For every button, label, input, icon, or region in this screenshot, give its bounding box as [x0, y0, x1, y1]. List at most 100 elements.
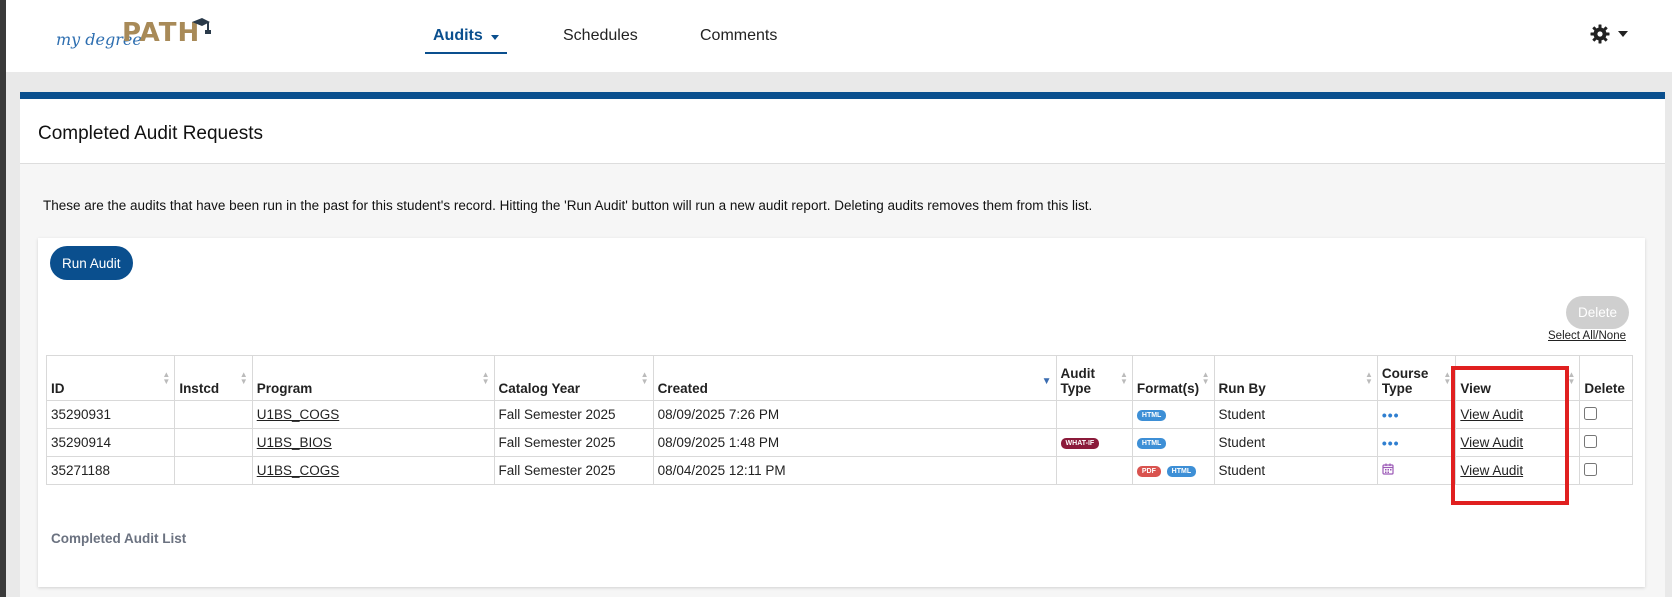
settings-menu[interactable] — [1590, 24, 1628, 44]
col-header-course-type[interactable]: Course Type ▲ ▼ — [1376, 355, 1457, 401]
cell-catalog-year: Fall Semester 2025 — [493, 456, 654, 485]
sort-icon: ▲ ▼ — [162, 370, 171, 386]
sort-icon: ▲ ▼ — [1364, 370, 1373, 386]
what-if-badge: WHAT-IF — [1060, 437, 1100, 449]
delete-checkbox[interactable] — [1584, 406, 1598, 420]
cell-program: U1BS_BIOS — [251, 428, 495, 457]
sort-icon: ▲ ▼ — [640, 370, 649, 386]
audit-table: ID ▲ ▼ Instcd ▲ ▼ Program ▲ ▼ Catalog Year ▲ ▼ C… — [45, 355, 1633, 485]
cell-instcd — [174, 428, 253, 457]
sort-icon: ▲ ▼ — [239, 370, 248, 386]
gear-icon — [1590, 24, 1610, 44]
cell-view: View Audit — [1455, 428, 1581, 457]
run-audit-button[interactable]: Run Audit — [50, 246, 133, 280]
table-row: 35271188 U1BS_COGS Fall Semester 2025 08… — [45, 456, 1633, 485]
sort-icon: ▲ ▼ — [1443, 370, 1452, 386]
table-row: 35290931 U1BS_COGS Fall Semester 2025 08… — [45, 400, 1633, 429]
cell-catalog-year: Fall Semester 2025 — [493, 428, 654, 457]
nav-schedules[interactable]: Schedules — [563, 0, 638, 72]
cell-audit-type: WHAT-IF — [1055, 428, 1133, 457]
nav-audits[interactable]: Audits — [425, 0, 507, 72]
cell-run-by: Student — [1213, 428, 1378, 457]
cell-id: 35290931 — [45, 400, 176, 429]
html-format-badge[interactable]: HTML — [1136, 437, 1167, 449]
cell-formats: HTML — [1131, 400, 1215, 429]
sort-icon: ▲ ▼ — [1119, 370, 1128, 386]
cell-program: U1BS_COGS — [251, 456, 495, 485]
col-header-id[interactable]: ID ▲ ▼ — [45, 355, 176, 401]
cell-created: 08/04/2025 12:11 PM — [652, 456, 1057, 485]
view-audit-link[interactable]: View Audit — [1460, 407, 1523, 422]
program-link[interactable]: U1BS_COGS — [257, 407, 340, 422]
cell-program: U1BS_COGS — [251, 400, 495, 429]
cell-view: View Audit — [1455, 400, 1581, 429]
delete-button[interactable]: Delete — [1566, 296, 1630, 329]
mydegreepath-logo[interactable]: my degree PATH — [50, 14, 211, 58]
cell-course-type: ••• — [1376, 400, 1457, 429]
page-title: Completed Audit Requests — [38, 123, 263, 144]
window-edge — [0, 0, 6, 597]
cell-id: 35271188 — [45, 456, 176, 485]
delete-checkbox[interactable] — [1584, 462, 1598, 476]
calendar-icon[interactable] — [1382, 463, 1394, 475]
sort-icon: ▲ ▼ — [1201, 370, 1210, 386]
cell-created: 08/09/2025 7:26 PM — [652, 400, 1057, 429]
panel-header: Completed Audit Requests — [20, 99, 1665, 164]
program-link[interactable]: U1BS_COGS — [257, 463, 340, 478]
cell-course-type — [1376, 456, 1457, 485]
cell-delete — [1579, 400, 1633, 429]
more-dots-icon[interactable]: ••• — [1382, 435, 1400, 451]
sort-desc-icon: ▼ — [1041, 376, 1052, 387]
cell-audit-type — [1055, 456, 1133, 485]
logo-wordmark: PATH — [122, 18, 201, 48]
nav-schedules-label: Schedules — [563, 27, 638, 44]
sort-icon: ▲ ▼ — [481, 370, 490, 386]
col-header-view[interactable]: View ▲ ▼ — [1455, 355, 1581, 401]
cell-catalog-year: Fall Semester 2025 — [493, 400, 654, 429]
table-row: 35290914 U1BS_BIOS Fall Semester 2025 08… — [45, 428, 1633, 457]
cell-instcd — [174, 400, 253, 429]
delete-checkbox[interactable] — [1584, 434, 1598, 448]
cell-course-type: ••• — [1376, 428, 1457, 457]
html-format-badge[interactable]: HTML — [1136, 409, 1167, 421]
cell-formats: HTML — [1131, 428, 1215, 457]
col-header-program[interactable]: Program ▲ ▼ — [251, 355, 495, 401]
cell-run-by: Student — [1213, 400, 1378, 429]
more-dots-icon[interactable]: ••• — [1382, 407, 1400, 423]
cell-created: 08/09/2025 1:48 PM — [652, 428, 1057, 457]
sort-icon: ▲ ▼ — [1567, 370, 1576, 386]
cell-id: 35290914 — [45, 428, 176, 457]
col-header-delete: Delete — [1579, 355, 1633, 401]
table-header-row: ID ▲ ▼ Instcd ▲ ▼ Program ▲ ▼ Catalog Year ▲ ▼ C… — [45, 355, 1633, 401]
completed-audit-list-label: Completed Audit List — [51, 531, 187, 546]
cell-view: View Audit — [1455, 456, 1581, 485]
cell-delete — [1579, 428, 1633, 457]
cell-instcd — [174, 456, 253, 485]
top-navigation-bar: my degree PATH Audits Schedules Comments — [6, 0, 1672, 72]
nav-comments[interactable]: Comments — [700, 0, 777, 72]
select-all-none-link[interactable]: Select All/None — [1548, 330, 1626, 342]
html-format-badge[interactable]: HTML — [1166, 465, 1197, 477]
view-audit-link[interactable]: View Audit — [1460, 435, 1523, 450]
nav-comments-label: Comments — [700, 27, 778, 44]
col-header-audit-type[interactable]: Audit Type ▲ ▼ — [1055, 355, 1133, 401]
page-description: These are the audits that have been run … — [43, 198, 1093, 213]
completed-audits-panel: Completed Audit Requests These are the a… — [20, 92, 1665, 597]
graduation-cap-icon — [192, 18, 211, 34]
cell-audit-type — [1055, 400, 1133, 429]
cell-formats: PDF HTML — [1131, 456, 1215, 485]
col-header-instcd[interactable]: Instcd ▲ ▼ — [174, 355, 253, 401]
cell-delete — [1579, 456, 1633, 485]
chevron-down-icon — [490, 34, 499, 40]
program-link[interactable]: U1BS_BIOS — [257, 435, 332, 450]
col-header-run-by[interactable]: Run By ▲ ▼ — [1213, 355, 1378, 401]
view-audit-link[interactable]: View Audit — [1460, 463, 1523, 478]
caret-down-icon — [1618, 31, 1628, 37]
nav-audits-label: Audits — [433, 27, 483, 44]
col-header-catalog-year[interactable]: Catalog Year ▲ ▼ — [493, 355, 654, 401]
cell-run-by: Student — [1213, 456, 1378, 485]
audit-list-card: Run Audit Delete Select All/None ID ▲ ▼ In… — [38, 238, 1645, 587]
col-header-formats[interactable]: Format(s) ▲ ▼ — [1131, 355, 1215, 401]
pdf-format-badge[interactable]: PDF — [1136, 465, 1161, 477]
col-header-created[interactable]: Created ▼ — [652, 355, 1057, 401]
